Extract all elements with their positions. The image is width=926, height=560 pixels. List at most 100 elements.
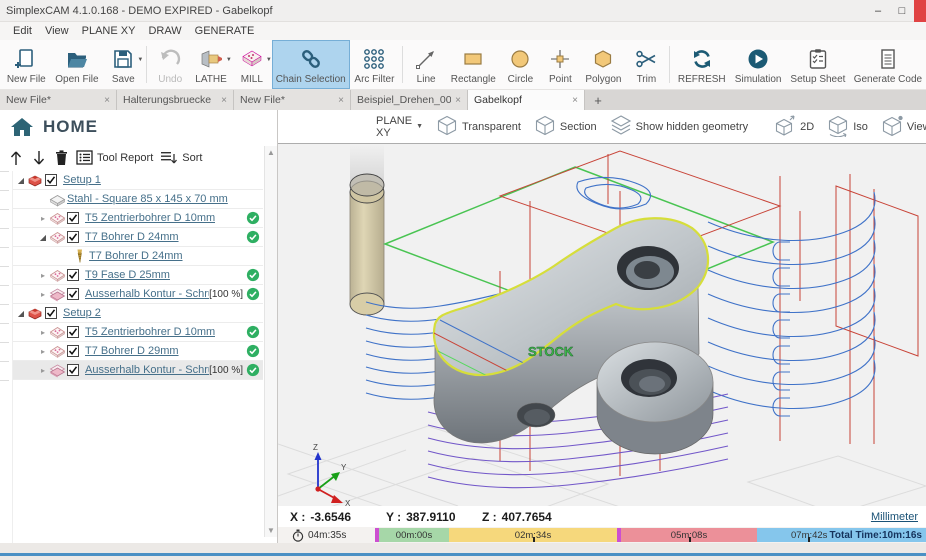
document-tab-2[interactable]: New File* × — [234, 90, 351, 110]
scene-canvas[interactable]: STOCK Z Y X — [278, 144, 926, 506]
tool-report-button[interactable]: Tool Report — [76, 150, 153, 165]
document-tab-4[interactable]: Gabelkopf × — [468, 90, 585, 110]
view-view-cube-button[interactable]: View Cube — [881, 114, 926, 140]
tree-item-label[interactable]: T9 Fase D 25mm — [85, 269, 170, 281]
collapse-icon[interactable]: ◢ — [15, 176, 27, 185]
line-button[interactable]: Line — [406, 40, 446, 89]
simulation-button[interactable]: Simulation — [730, 40, 786, 89]
timeline-segment-1[interactable]: 00m:00s — [379, 528, 449, 542]
close-button[interactable] — [914, 0, 926, 22]
tab-close-icon[interactable]: × — [100, 95, 110, 106]
row-checkbox[interactable] — [67, 212, 79, 224]
view-show-hidden-geometry-button[interactable]: Show hidden geometry — [610, 114, 748, 140]
lathe-button[interactable]: ▼ LATHE — [190, 40, 232, 89]
units-link[interactable]: Millimeter — [871, 511, 918, 523]
expand-icon[interactable]: ▸ — [37, 290, 49, 299]
expand-icon[interactable]: ▸ — [37, 366, 49, 375]
trim-button[interactable]: Trim — [626, 40, 666, 89]
tree-item-label[interactable]: T7 Bohrer D 29mm — [85, 345, 179, 357]
move-down-icon[interactable] — [31, 149, 47, 167]
expand-icon[interactable]: ▸ — [37, 271, 49, 280]
menu-item-generate[interactable]: GENERATE — [195, 25, 255, 37]
delete-icon[interactable] — [54, 149, 69, 166]
setup-sheet-button[interactable]: Setup Sheet — [786, 40, 850, 89]
tree-row[interactable]: ▸ T5 Zentrierbohrer D 10mm — [13, 323, 263, 342]
dropdown-caret-icon[interactable]: ▼ — [137, 57, 143, 63]
tree-row[interactable]: ◢ T7 Bohrer D 24mm — [13, 228, 263, 247]
menu-item-plane-xy[interactable]: PLANE XY — [82, 25, 136, 37]
document-tab-0[interactable]: New File* × — [0, 90, 117, 110]
plane-selector[interactable]: PLANE XY ▼ — [376, 115, 423, 139]
document-tab-3[interactable]: Beispiel_Drehen_001 × — [351, 90, 468, 110]
tree-row[interactable]: ▸ Ausserhalb Kontur - Schruppen[100 %] — [13, 361, 263, 380]
mill-button[interactable]: ▼ MILL — [232, 40, 272, 89]
expand-icon[interactable]: ▸ — [37, 214, 49, 223]
row-checkbox[interactable] — [67, 231, 79, 243]
new-tab-button[interactable]: + — [585, 90, 611, 110]
open-file-button[interactable]: Open File — [51, 40, 104, 89]
timeline-segment-4[interactable]: 05m:08s — [621, 528, 757, 542]
chain-selection-button[interactable]: Chain Selection — [271, 40, 350, 89]
view-transparent-button[interactable]: Transparent — [436, 114, 521, 140]
collapse-icon[interactable]: ◢ — [15, 309, 27, 318]
tree-row[interactable]: ▸ T9 Fase D 25mm — [13, 266, 263, 285]
maximize-button[interactable]: □ — [890, 0, 914, 22]
tree-row[interactable]: ◢ Setup 2 — [13, 304, 263, 323]
point-button[interactable]: Point — [540, 40, 580, 89]
row-checkbox[interactable] — [67, 269, 79, 281]
row-checkbox[interactable] — [67, 364, 79, 376]
rectangle-button[interactable]: Rectangle — [446, 40, 500, 89]
new-file-button[interactable]: New File — [2, 40, 51, 89]
expand-icon[interactable]: ▸ — [37, 328, 49, 337]
scroll-up-icon[interactable]: ▲ — [267, 148, 275, 157]
menu-item-view[interactable]: View — [45, 25, 69, 37]
tab-close-icon[interactable]: × — [568, 95, 578, 106]
refresh-button[interactable]: REFRESH — [673, 40, 730, 89]
tree-item-label[interactable]: Stahl - Square 85 x 145 x 70 mm — [67, 193, 228, 205]
tree-item-label[interactable]: Setup 1 — [63, 174, 101, 186]
row-checkbox[interactable] — [67, 345, 79, 357]
circle-button[interactable]: Circle — [500, 40, 540, 89]
tree-row[interactable]: ▸ Ausserhalb Kontur - Schruppen[100 %] — [13, 285, 263, 304]
row-checkbox[interactable] — [45, 174, 57, 186]
generate-code-button[interactable]: Generate Code — [850, 40, 926, 89]
tree-item-label[interactable]: Ausserhalb Kontur - Schruppen — [85, 288, 209, 300]
tree-row[interactable]: T7 Bohrer D 24mm — [13, 247, 263, 266]
minimize-button[interactable]: – — [866, 0, 890, 22]
menu-item-edit[interactable]: Edit — [13, 25, 32, 37]
tree-scrollbar[interactable]: ▲ ▼ — [264, 146, 277, 537]
move-up-icon[interactable] — [8, 149, 24, 167]
polygon-button[interactable]: Polygon — [580, 40, 626, 89]
tree-item-label[interactable]: T5 Zentrierbohrer D 10mm — [85, 212, 215, 224]
undo-button[interactable]: Undo — [150, 40, 190, 89]
sort-button[interactable]: Sort — [160, 150, 202, 166]
view-section-button[interactable]: Section — [534, 114, 597, 140]
tree-item-label[interactable]: T7 Bohrer D 24mm — [89, 250, 183, 262]
timeline-segment-5[interactable]: 07m:42s Total Time:10m:16s — [757, 528, 926, 542]
viewport-3d[interactable]: STOCK Z Y X — [278, 143, 926, 506]
document-tab-1[interactable]: Halterungsbruecke × — [117, 90, 234, 110]
save-button[interactable]: ▼ Save — [103, 40, 143, 89]
collapse-icon[interactable]: ◢ — [37, 233, 49, 242]
tab-close-icon[interactable]: × — [451, 95, 461, 106]
timeline-segment-2[interactable]: 02m:34s — [449, 528, 617, 542]
tree-item-label[interactable]: Ausserhalb Kontur - Schruppen — [85, 364, 209, 376]
tree-row[interactable]: Stahl - Square 85 x 145 x 70 mm — [13, 190, 263, 209]
expand-icon[interactable]: ▸ — [37, 347, 49, 356]
row-checkbox[interactable] — [45, 307, 57, 319]
tree-row[interactable]: ▸ T5 Zentrierbohrer D 10mm — [13, 209, 263, 228]
tree-row[interactable]: ◢ Setup 1 — [13, 171, 263, 190]
tree-item-label[interactable]: T5 Zentrierbohrer D 10mm — [85, 326, 215, 338]
menu-item-draw[interactable]: DRAW — [148, 25, 181, 37]
tree-row[interactable]: ▸ T7 Bohrer D 29mm — [13, 342, 263, 361]
view-2d-button[interactable]: 2D — [774, 114, 814, 140]
tab-close-icon[interactable]: × — [334, 95, 344, 106]
tree-item-label[interactable]: Setup 2 — [63, 307, 101, 319]
view-iso-button[interactable]: Iso — [827, 114, 868, 140]
row-checkbox[interactable] — [67, 326, 79, 338]
arc-filter-button[interactable]: Arc Filter — [350, 40, 400, 89]
timeline-track[interactable]: 00m:00s 02m:34s 05m:08s 07m:42s Total Time:1… — [375, 528, 926, 542]
tab-close-icon[interactable]: × — [217, 95, 227, 106]
tree-item-label[interactable]: T7 Bohrer D 24mm — [85, 231, 179, 243]
row-checkbox[interactable] — [67, 288, 79, 300]
